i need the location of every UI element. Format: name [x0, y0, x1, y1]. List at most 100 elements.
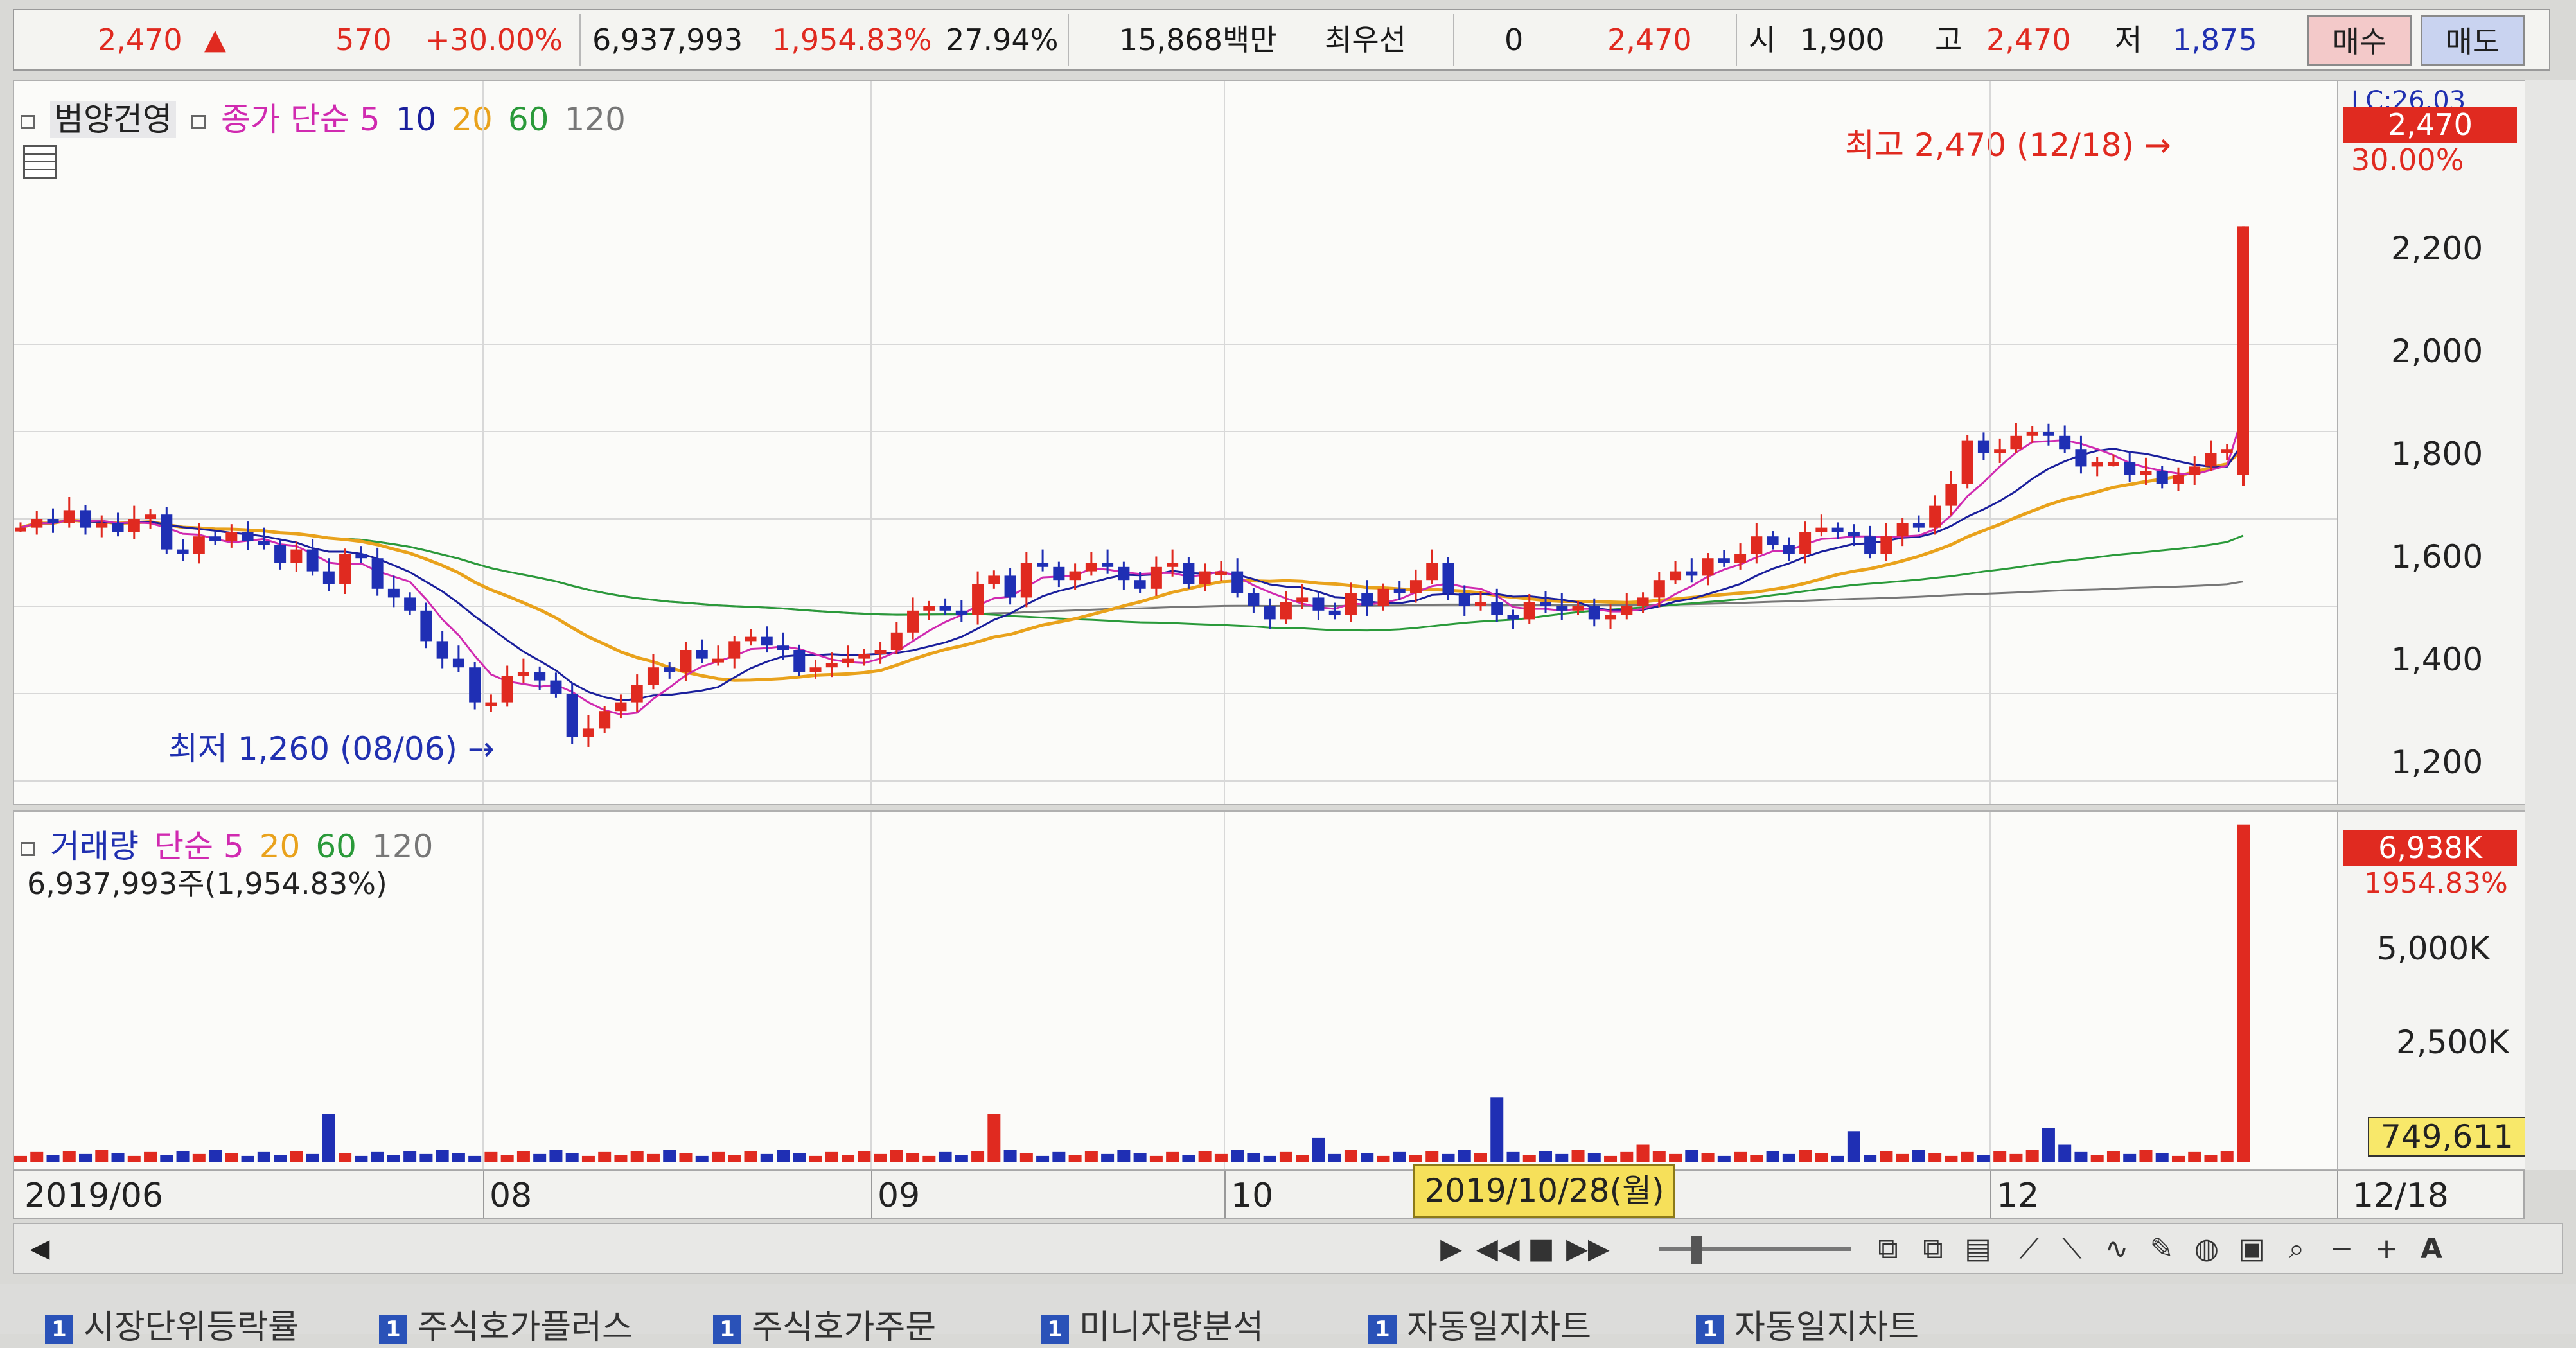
volume-bar	[403, 1151, 417, 1162]
candle	[550, 680, 562, 694]
candle	[825, 663, 838, 668]
magnifier-icon[interactable]: ⌕	[2279, 1232, 2314, 1266]
volume-bar	[1101, 1153, 1115, 1162]
candle	[1393, 588, 1406, 593]
volume-bar	[2074, 1151, 2088, 1162]
candle	[1264, 606, 1276, 620]
volume-bar	[711, 1151, 725, 1162]
cursor-date-label: 2019/10/28(월)	[1413, 1164, 1675, 1218]
candle	[1831, 527, 1844, 532]
ma5-line	[20, 414, 2245, 716]
task-item[interactable]: 1 주식호가플러스	[379, 1300, 633, 1348]
volume-bar	[1247, 1153, 1260, 1162]
task-item[interactable]: 1 자동일지차트	[1696, 1300, 1919, 1348]
zoom-out-icon[interactable]: −	[2324, 1232, 2359, 1266]
volume-bar	[2204, 1155, 2218, 1162]
task-item[interactable]: 1 시장단위등락률	[45, 1300, 299, 1348]
candle	[387, 588, 400, 598]
candle	[128, 519, 140, 532]
volume-bar	[2220, 1151, 2234, 1162]
candle	[1540, 602, 1552, 606]
candle	[988, 575, 1000, 584]
volume-bar	[176, 1151, 190, 1162]
zoom-slider-knob[interactable]	[1691, 1236, 1702, 1264]
volume-bar	[2009, 1153, 2023, 1162]
candle	[923, 606, 935, 611]
low-label: 저	[2115, 22, 2142, 57]
volume-pct: 1,954.83%	[772, 22, 932, 57]
forward-icon[interactable]: ▶▶	[1566, 1232, 1610, 1266]
candle	[1248, 593, 1260, 606]
right-strip	[2525, 80, 2576, 1170]
volume-value: 6,937,993	[592, 22, 743, 57]
volume-bar	[2237, 824, 2250, 1162]
candle	[728, 641, 741, 659]
sell-button[interactable]: 매도	[2421, 15, 2525, 66]
y-tick: 2,000	[2391, 333, 2483, 370]
settings-chart-icon[interactable]: ▤	[1961, 1232, 1995, 1266]
volume-bar	[339, 1153, 352, 1162]
volume-tag: 6,938K	[2343, 830, 2517, 866]
candle	[2156, 471, 2168, 484]
candle	[1474, 602, 1486, 606]
candle	[939, 606, 951, 611]
volume-bar	[371, 1151, 384, 1162]
buy-button[interactable]: 매수	[2307, 15, 2412, 66]
volume-bar	[1864, 1155, 1877, 1162]
volume-chart-panel[interactable]: 거래량 단순 5 20 60 120 6,937,993주(1,954.83%)	[13, 810, 2338, 1170]
wave-icon[interactable]: ∿	[2099, 1232, 2134, 1266]
candle	[15, 527, 26, 532]
candle	[745, 636, 757, 642]
stop-icon[interactable]: ■	[1524, 1232, 1558, 1266]
volume-bar	[1750, 1155, 1763, 1162]
candle	[1718, 558, 1730, 563]
volume-bar	[581, 1155, 595, 1162]
palette-icon[interactable]: ◍	[2189, 1232, 2224, 1266]
zoom-in-icon[interactable]: +	[2369, 1232, 2404, 1266]
candle	[1296, 597, 1309, 602]
high-label: 고	[1935, 22, 1963, 57]
candle	[404, 597, 416, 611]
volume-bar	[1409, 1155, 1422, 1162]
volume-bar	[2139, 1150, 2153, 1162]
zoom-slider[interactable]	[1659, 1247, 1851, 1251]
high-price: 2,470	[1986, 22, 2071, 57]
candle	[890, 632, 903, 650]
candle	[242, 532, 254, 541]
price-chart-panel[interactable]: 범양건영 종가 단순 5 10 20 60 120 최고 2,470 (12/18) → …	[13, 80, 2338, 805]
price-axis: LC:26.03 2,200 2,000 1,800 1,600 1,400 1…	[2338, 80, 2525, 805]
scroll-left-icon[interactable]: ◀	[21, 1229, 59, 1268]
task-item[interactable]: 1 미니자량분석	[1041, 1300, 1264, 1348]
candle	[696, 650, 708, 659]
volume-bar	[1019, 1153, 1033, 1162]
layout-icon[interactable]: ⧉	[1916, 1232, 1950, 1266]
text-icon[interactable]: A	[2414, 1232, 2449, 1266]
play-icon[interactable]: ▶	[1434, 1232, 1469, 1266]
volume-bar	[241, 1155, 254, 1162]
volume-bar	[1425, 1151, 1439, 1162]
candle	[80, 510, 92, 528]
candle	[615, 702, 627, 712]
candle	[1085, 563, 1097, 572]
volume-bar	[728, 1155, 741, 1162]
image-icon[interactable]: ▣	[2234, 1232, 2269, 1266]
window-icon[interactable]: ⧉	[1871, 1232, 1905, 1266]
change-value: 570	[335, 22, 392, 57]
volume-bar	[630, 1151, 644, 1162]
task-item[interactable]: 1 자동일지차트	[1368, 1300, 1591, 1348]
volume-bar	[1977, 1155, 1990, 1162]
volume-bar	[744, 1151, 757, 1162]
volume-bar	[1214, 1153, 1228, 1162]
volume-pct-tag: 1954.83%	[2364, 867, 2508, 900]
task-item[interactable]: 1 주식호가주문	[713, 1300, 936, 1348]
candle	[761, 636, 773, 646]
fibo-icon[interactable]: ⟍	[2054, 1232, 2089, 1266]
candle	[1653, 580, 1665, 598]
pencil-icon[interactable]: ✎	[2144, 1232, 2179, 1266]
candle	[161, 514, 173, 550]
trendline-icon[interactable]: ⟋	[2012, 1232, 2047, 1266]
rewind-icon[interactable]: ◀◀	[1476, 1232, 1520, 1266]
candle	[1134, 580, 1146, 589]
candle	[436, 641, 448, 659]
volume-bar	[1003, 1150, 1017, 1162]
